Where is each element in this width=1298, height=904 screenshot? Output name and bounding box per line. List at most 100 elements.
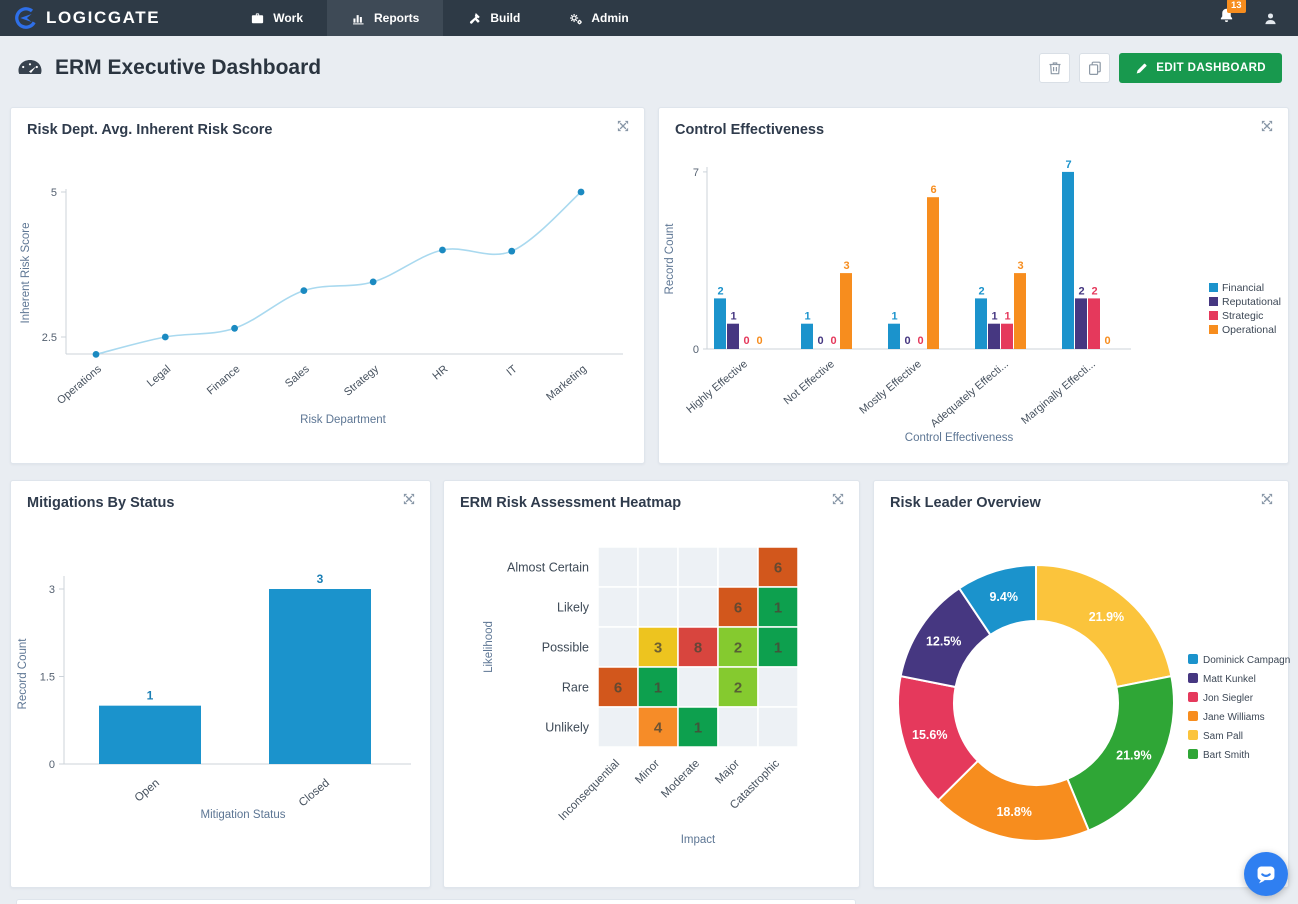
svg-text:Operations: Operations	[55, 363, 104, 407]
svg-text:Likely: Likely	[557, 601, 590, 615]
notification-badge: 13	[1227, 0, 1246, 13]
logicgate-logo[interactable]: LOGICGATE	[0, 0, 174, 36]
line-chart-canvas: 2.55OperationsLegalFinanceSalesStrategyH…	[11, 151, 646, 463]
top-navbar: LOGICGATE Work Reports Build	[0, 0, 1298, 36]
svg-text:Mostly Effective: Mostly Effective	[857, 358, 924, 417]
svg-text:2.5: 2.5	[42, 332, 57, 344]
svg-text:6: 6	[734, 600, 742, 617]
svg-text:Possible: Possible	[542, 641, 589, 655]
svg-text:3: 3	[843, 260, 849, 272]
nav-item-label: Work	[273, 11, 303, 25]
svg-text:Marketing: Marketing	[544, 363, 589, 403]
svg-text:2: 2	[717, 285, 723, 297]
card-mitigations-by-status: Mitigations By Status 01.531Open3ClosedM…	[10, 480, 431, 888]
card-title: ERM Risk Assessment Heatmap	[460, 495, 681, 511]
trash-icon	[1047, 60, 1063, 76]
delete-dashboard-button[interactable]	[1039, 53, 1070, 83]
nav-item-reports[interactable]: Reports	[327, 0, 443, 36]
svg-text:Mitigation Status: Mitigation Status	[200, 809, 285, 821]
bar-chart-icon	[351, 11, 366, 26]
logicgate-logo-icon	[14, 6, 38, 30]
chat-bubble-icon	[1251, 859, 1281, 889]
svg-text:Record Count: Record Count	[664, 223, 676, 295]
expand-button[interactable]	[829, 490, 847, 508]
expand-button[interactable]	[400, 490, 418, 508]
svg-text:Highly Effective: Highly Effective	[684, 358, 750, 416]
svg-text:1: 1	[730, 311, 736, 323]
briefcase-icon	[250, 11, 265, 26]
svg-text:21.9%: 21.9%	[1089, 610, 1124, 624]
page-title: ERM Executive Dashboard	[55, 56, 321, 80]
svg-text:2: 2	[1091, 285, 1097, 297]
svg-text:Reputational: Reputational	[1222, 296, 1281, 308]
copy-icon	[1087, 60, 1103, 76]
svg-text:Risk Department: Risk Department	[300, 414, 386, 426]
svg-text:0: 0	[1104, 335, 1110, 347]
svg-text:Adequately Effecti...: Adequately Effecti...	[928, 358, 1011, 430]
notifications-button[interactable]: 13	[1218, 7, 1235, 29]
svg-text:Not Effective: Not Effective	[782, 358, 837, 407]
svg-text:Financial: Financial	[1222, 282, 1264, 294]
svg-text:Jon Siegler: Jon Siegler	[1203, 693, 1254, 704]
gauge-icon	[16, 56, 44, 80]
svg-text:0: 0	[917, 335, 923, 347]
nav-menu: Work Reports Build	[226, 0, 652, 36]
nav-item-label: Reports	[374, 11, 419, 25]
svg-text:Dominick Campagna: Dominick Campagna	[1203, 655, 1290, 666]
nav-item-build[interactable]: Build	[443, 0, 544, 36]
hammer-icon	[467, 11, 482, 26]
copy-dashboard-button[interactable]	[1079, 53, 1110, 83]
svg-text:Legal: Legal	[145, 363, 173, 389]
svg-text:1: 1	[804, 311, 810, 323]
svg-text:Jane Williams: Jane Williams	[1203, 712, 1265, 723]
grouped-bar-chart-canvas: 072100Highly Effective1003Not Effective1…	[659, 151, 1290, 463]
svg-text:3: 3	[1017, 260, 1023, 272]
brand-text: LOGICGATE	[46, 8, 160, 28]
svg-text:4: 4	[654, 720, 663, 737]
svg-text:12.5%: 12.5%	[926, 634, 961, 648]
svg-text:Almost Certain: Almost Certain	[507, 561, 589, 575]
svg-text:2: 2	[734, 680, 742, 697]
bell-icon	[1218, 11, 1235, 28]
expand-button[interactable]	[1258, 117, 1276, 135]
svg-text:Bart Smith: Bart Smith	[1203, 750, 1250, 761]
card-title: Risk Dept. Avg. Inherent Risk Score	[27, 122, 273, 138]
svg-text:6: 6	[614, 680, 622, 697]
svg-text:Minor: Minor	[633, 758, 662, 787]
svg-text:0: 0	[817, 335, 823, 347]
svg-text:Sam Pall: Sam Pall	[1203, 731, 1243, 742]
svg-text:1: 1	[774, 600, 782, 617]
svg-text:6: 6	[930, 184, 936, 196]
svg-text:Operational: Operational	[1222, 324, 1276, 336]
nav-item-admin[interactable]: Admin	[544, 0, 652, 36]
svg-text:Strategic: Strategic	[1222, 310, 1263, 322]
svg-text:1.5: 1.5	[40, 672, 55, 684]
svg-text:9.4%: 9.4%	[989, 590, 1018, 604]
nav-item-work[interactable]: Work	[226, 0, 327, 36]
user-menu-button[interactable]	[1263, 11, 1278, 26]
expand-button[interactable]	[1258, 490, 1276, 508]
svg-text:Sales: Sales	[283, 363, 312, 390]
svg-text:Inconsequential: Inconsequential	[557, 758, 622, 823]
svg-text:1: 1	[991, 311, 997, 323]
svg-text:Unlikely: Unlikely	[545, 721, 590, 735]
gears-icon	[568, 11, 583, 26]
edit-dashboard-button[interactable]: EDIT DASHBOARD	[1119, 53, 1282, 83]
svg-text:7: 7	[693, 167, 699, 179]
chat-launcher-button[interactable]	[1244, 852, 1288, 896]
donut-chart-canvas: 21.9%21.9%18.8%15.6%12.5%9.4%Dominick Ca…	[874, 519, 1290, 887]
expand-button[interactable]	[614, 117, 632, 135]
card-control-effectiveness: Control Effectiveness 072100Highly Effec…	[658, 107, 1289, 464]
user-icon	[1263, 11, 1278, 26]
svg-text:0: 0	[830, 335, 836, 347]
svg-text:1: 1	[1004, 311, 1010, 323]
nav-item-label: Admin	[591, 11, 628, 25]
svg-text:Finance: Finance	[205, 363, 243, 397]
svg-text:Marginally Effecti...: Marginally Effecti...	[1019, 358, 1098, 427]
pencil-icon	[1135, 62, 1148, 75]
svg-text:Inherent Risk Score: Inherent Risk Score	[20, 223, 32, 324]
svg-text:1: 1	[654, 680, 662, 697]
svg-text:Major: Major	[713, 758, 742, 787]
bar-chart-canvas: 01.531Open3ClosedMitigation StatusRecord…	[11, 524, 432, 887]
header-actions: EDIT DASHBOARD	[1039, 53, 1282, 83]
